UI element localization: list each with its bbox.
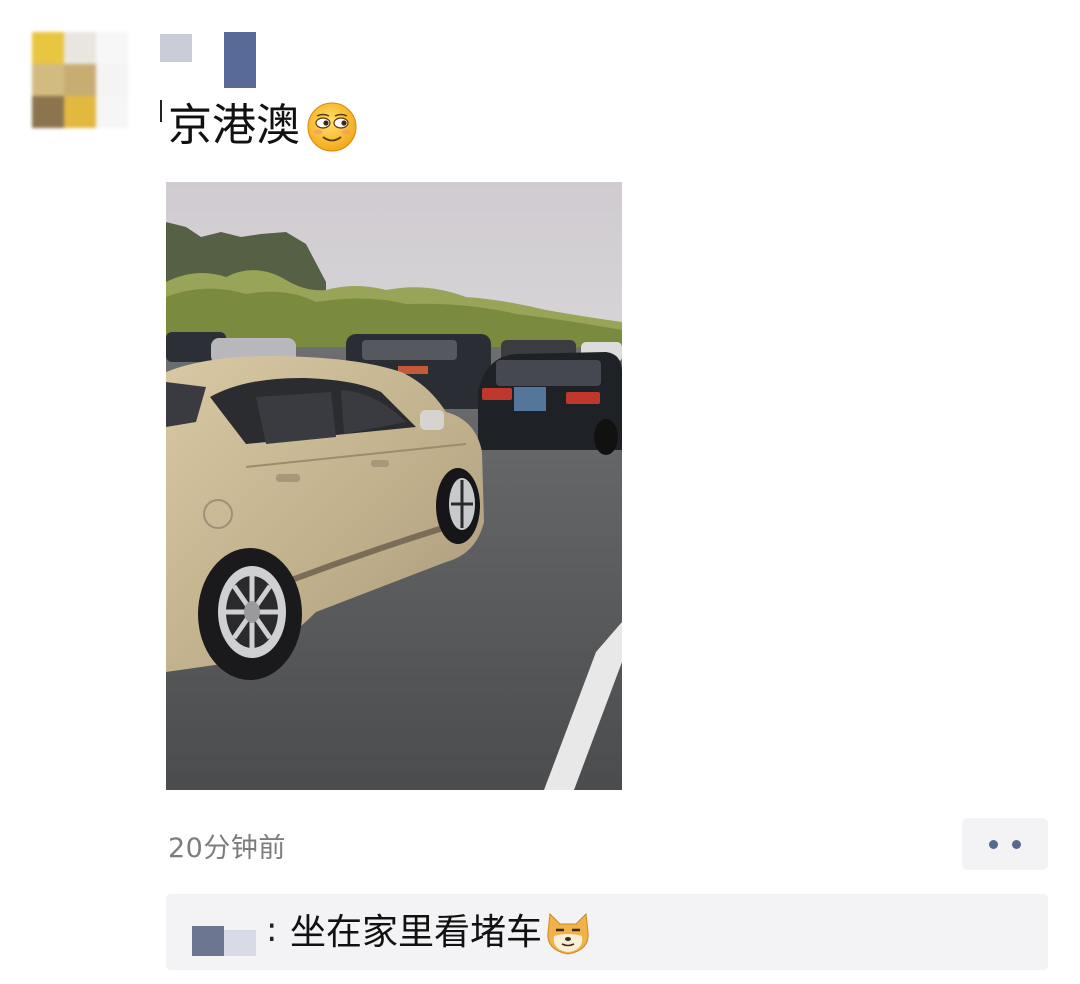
moments-post: 京港澳 20分钟前: 坐在家里看堵车 xyxy=(0,0,1080,984)
avatar-pixel xyxy=(64,96,96,128)
comment-separator: : xyxy=(266,910,278,950)
post-timestamp: 20分钟前 xyxy=(168,833,286,864)
comments-panel: : 坐在家里看堵车 xyxy=(166,894,1048,970)
avatar-pixel xyxy=(32,96,64,128)
comment-item[interactable]: 坐在家里看堵车 xyxy=(290,910,592,956)
traffic-jam-photo xyxy=(166,182,622,790)
avatar-pixel xyxy=(96,64,128,96)
more-actions-button[interactable] xyxy=(962,818,1048,870)
author-name[interactable] xyxy=(160,32,260,92)
post-text-content: 京港澳 xyxy=(168,100,300,151)
redacted-name-block xyxy=(160,34,192,62)
avatar-pixel xyxy=(96,32,128,64)
redacted-name-block xyxy=(224,32,256,88)
avatar-pixel xyxy=(32,64,64,96)
redacted-name-block xyxy=(224,930,256,956)
comment-author[interactable] xyxy=(192,922,262,956)
author-avatar[interactable] xyxy=(32,32,128,128)
avatar-pixel xyxy=(32,32,64,64)
avatar-pixel xyxy=(96,96,128,128)
redacted-name-block xyxy=(192,926,224,956)
avatar-pixel xyxy=(64,64,96,96)
comment-text: 坐在家里看堵车 xyxy=(290,912,543,953)
cursor-mark xyxy=(160,100,162,122)
post-photo[interactable] xyxy=(166,182,622,790)
more-dots-icon xyxy=(989,839,998,849)
avatar-pixel xyxy=(64,32,96,64)
smirking-face-icon xyxy=(307,102,357,152)
more-dots-icon xyxy=(1012,839,1021,849)
shiba-dog-face-icon xyxy=(547,912,589,955)
post-text: 京港澳 xyxy=(160,98,358,154)
